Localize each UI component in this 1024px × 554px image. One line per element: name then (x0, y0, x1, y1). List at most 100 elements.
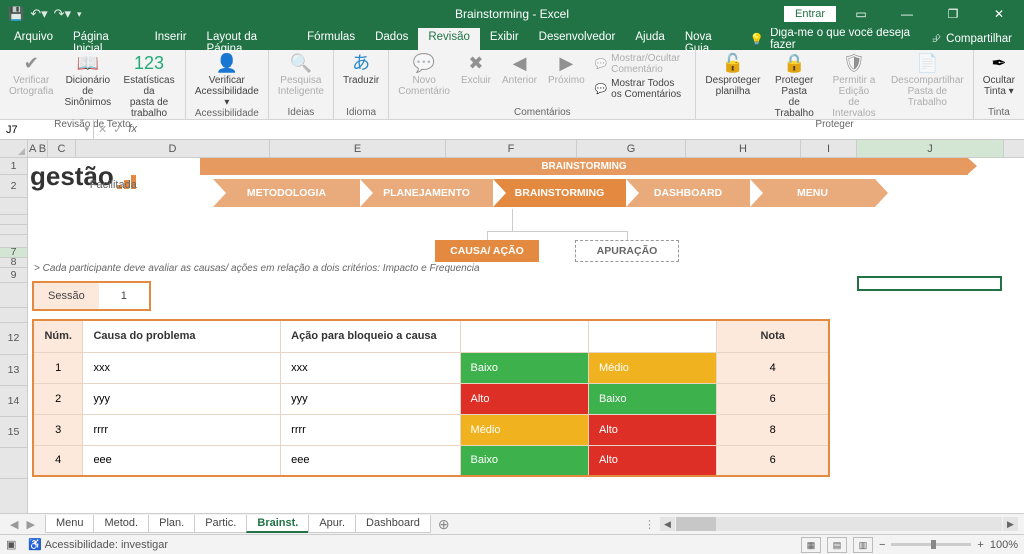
cell-grid[interactable]: BRAINSTORMING gestão Facilitada METODOLO… (28, 158, 1024, 513)
column-header[interactable]: D (76, 140, 270, 157)
column-header[interactable]: C (48, 140, 76, 157)
maximize-button[interactable]: ❐ (932, 0, 974, 28)
sheet-tab-partic[interactable]: Partic. (194, 515, 247, 533)
nav-chevron-dashboard[interactable]: DASHBOARD (626, 179, 750, 207)
row-header[interactable] (0, 448, 27, 479)
title-bar: 💾 ↶▾ ↷▾ ▾ Brainstorming - Excel Entrar ▭… (0, 0, 1024, 28)
horizontal-scrollbar[interactable]: ⋮ ◀▶ (644, 517, 1024, 531)
spell-check-button: ✔VerificarOrtografia (5, 52, 57, 119)
column-header[interactable]: J (857, 140, 1004, 157)
ribbon-tab-revisão[interactable]: Revisão (418, 28, 480, 50)
prev-comment-button: ◀Anterior (498, 52, 541, 107)
table-header: Impacto no Problema (460, 320, 588, 352)
fx-icon[interactable]: fx (128, 123, 137, 136)
column-header[interactable]: G (577, 140, 686, 157)
row-header[interactable]: 2 (0, 175, 27, 198)
table-row: 2yyyyyyAltoBaixo6 (33, 383, 829, 414)
data-table: Núm.Causa do problemaAção para bloqueio … (32, 319, 830, 477)
comment-icon: 💬 (595, 84, 607, 95)
apuracao-button[interactable]: APURAÇÃO (575, 240, 679, 262)
protect-workbook-button[interactable]: 🔒Proteger Pastade Trabalho (767, 52, 821, 119)
causa-acao-button[interactable]: CAUSA/ AÇÃO (435, 240, 539, 262)
column-header[interactable]: F (446, 140, 577, 157)
allow-edit-ranges-button: 🛡Permitir a Ediçãode Intervalos (824, 52, 884, 119)
row-header[interactable]: 15 (0, 417, 27, 448)
nav-chevron-metodologia[interactable]: METODOLOGIA (213, 179, 360, 207)
ribbon-tab-desenvolvedor[interactable]: Desenvolvedor (529, 28, 626, 50)
sheet-tab-brainst[interactable]: Brainst. (246, 515, 309, 533)
next-comment-button: ▶Próximo (544, 52, 589, 107)
row-headers: 1278912131415 (0, 158, 28, 513)
sheet-tab-apur[interactable]: Apur. (308, 515, 356, 533)
column-header[interactable]: E (270, 140, 446, 157)
accessibility-check-button[interactable]: 👤VerificarAcessibilidade ▾ (191, 52, 263, 108)
nav-chevron-menu[interactable]: MENU (750, 179, 875, 207)
qa-dropdown-icon[interactable]: ▾ (77, 9, 82, 20)
tell-me-input[interactable]: Diga-me o que você deseja fazer (770, 27, 920, 51)
ribbon-tab-ajuda[interactable]: Ajuda (625, 28, 674, 50)
unshare-workbook-button: 📄DescompartilharPasta de Trabalho (887, 52, 968, 119)
share-button[interactable]: ⮵Compartilhar (920, 28, 1024, 50)
workbook-stats-button[interactable]: 123Estatísticas dapasta de trabalho (118, 52, 180, 119)
row-header[interactable] (0, 198, 27, 215)
row-header[interactable]: 12 (0, 323, 27, 355)
window-title: Brainstorming - Excel (455, 7, 569, 21)
row-header[interactable]: 14 (0, 386, 27, 417)
table-row: 3rrrrrrrrMédioAlto8 (33, 414, 829, 445)
sheet-tab-plan[interactable]: Plan. (148, 515, 195, 533)
ribbon-tab-dados[interactable]: Dados (365, 28, 418, 50)
comment-toggles: 💬Mostrar/Ocultar Comentário 💬Mostrar Tod… (592, 52, 691, 107)
column-header[interactable]: H (686, 140, 801, 157)
row-header[interactable] (0, 283, 27, 308)
quick-access-toolbar: 💾 ↶▾ ↷▾ ▾ (0, 6, 90, 22)
ribbon-options-icon[interactable]: ▭ (840, 0, 882, 28)
unprotect-sheet-button[interactable]: 🔓Desprotegerplanilha (701, 52, 764, 119)
smart-lookup-button: 🔍PesquisaInteligente (274, 52, 328, 107)
nav-chevron-brainstorming[interactable]: BRAINSTORMING (493, 179, 626, 207)
ribbon-tab-inserir[interactable]: Inserir (145, 28, 197, 50)
sheet-tab-dashboard[interactable]: Dashboard (355, 515, 431, 533)
ribbon-tab-página-inicial[interactable]: Página Inicial (63, 28, 145, 50)
signin-button[interactable]: Entrar (784, 6, 836, 22)
row-header[interactable] (0, 308, 27, 323)
row-header[interactable]: 1 (0, 158, 27, 175)
ribbon-tab-layout-da-página[interactable]: Layout da Página (197, 28, 298, 50)
table-header: Núm. (33, 320, 83, 352)
nav-chevron-planejamento[interactable]: PLANEJAMENTO (360, 179, 493, 207)
thesaurus-button[interactable]: 📖Dicionário deSinônimos (60, 52, 115, 119)
row-header[interactable] (0, 225, 27, 235)
close-button[interactable]: ✕ (978, 0, 1020, 28)
hide-ink-button[interactable]: ✒OcultarTinta ▾ (979, 52, 1019, 107)
instruction-note: > Cada participante deve avaliar as caus… (28, 260, 1024, 277)
comment-icon: 💬 (595, 59, 607, 70)
ribbon-tab-nova-guia[interactable]: Nova Guia (675, 28, 744, 50)
undo-icon[interactable]: ↶▾ (30, 6, 47, 22)
status-bar: ▣ ♿ Acessibilidade: investigar ▦ ▤ ▥ −+ … (0, 534, 1024, 554)
table-header: Nota (717, 320, 829, 352)
table-header: Causa do problema (83, 320, 281, 352)
column-header[interactable]: I (801, 140, 857, 157)
logo: gestão Facilitada (30, 163, 137, 189)
row-header[interactable]: 8 (0, 258, 27, 268)
ribbon-tab-fórmulas[interactable]: Fórmulas (297, 28, 365, 50)
session-box: Sessão 1 (32, 281, 151, 311)
save-icon[interactable]: 💾 (8, 6, 24, 22)
sheet-tab-metod[interactable]: Metod. (93, 515, 149, 533)
sheet-tab-menu[interactable]: Menu (45, 515, 95, 533)
name-box[interactable]: J7 (0, 120, 94, 139)
cancel-icon: ✕ (98, 123, 107, 136)
ribbon-tab-arquivo[interactable]: Arquivo (4, 28, 63, 50)
row-header[interactable]: 13 (0, 355, 27, 386)
column-header[interactable]: A B (28, 140, 48, 157)
sheet-nav-arrows[interactable]: ◀▶ (0, 518, 45, 531)
row-header[interactable]: 9 (0, 268, 27, 283)
column-headers: A BCDEFGHIJ (0, 140, 1024, 158)
translate-button[interactable]: あTraduzir (339, 52, 383, 107)
minimize-button[interactable]: — (886, 0, 928, 28)
sheet-tabs-bar: ◀▶ MenuMetod.Plan.Partic.Brainst.Apur.Da… (0, 513, 1024, 534)
row-header[interactable] (0, 215, 27, 225)
ribbon-tab-exibir[interactable]: Exibir (480, 28, 529, 50)
redo-icon[interactable]: ↷▾ (54, 6, 71, 22)
select-all-corner[interactable] (0, 140, 28, 157)
add-sheet-button[interactable]: ⊕ (430, 516, 458, 533)
